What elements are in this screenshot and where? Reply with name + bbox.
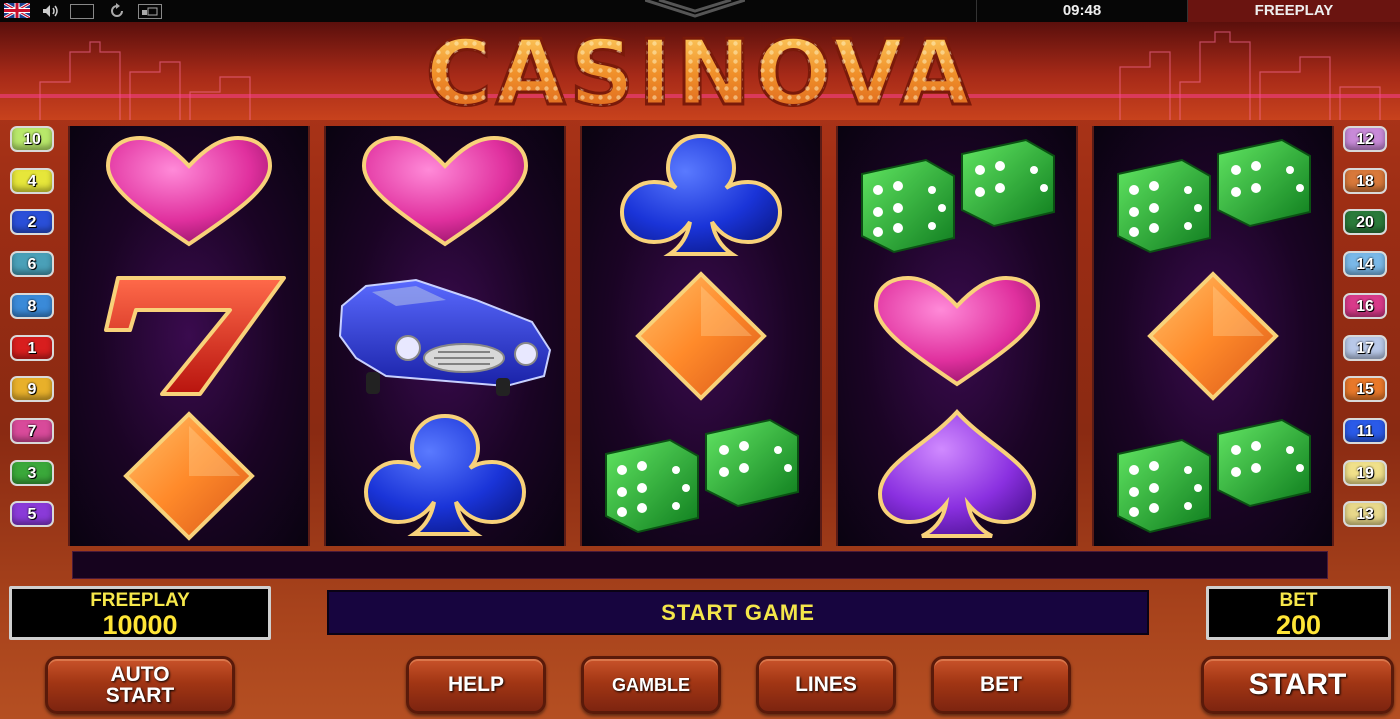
club-symbol-icon <box>582 126 820 266</box>
balance-label: FREEPLAY <box>90 590 190 611</box>
spade-symbol-icon <box>838 406 1076 546</box>
reel-1 <box>68 126 310 546</box>
diamond-symbol-icon <box>70 406 308 546</box>
bet-value: 200 <box>1275 610 1322 640</box>
start-label: START <box>1248 668 1347 701</box>
heart-symbol-icon <box>70 126 308 266</box>
dice-symbol-icon <box>582 406 820 546</box>
diamond-symbol-icon <box>1094 266 1332 406</box>
heart-symbol-icon <box>326 126 564 266</box>
game-screen: 09:48 FREEPLAY CASINOVA CASINOVA 10 4 2 … <box>0 0 1400 719</box>
payline-number-7: 7 <box>10 417 54 444</box>
dice-symbol-icon <box>1094 126 1332 266</box>
menu-chevron-icon[interactable] <box>645 0 745 18</box>
auto-start-button[interactable]: AUTO START <box>45 656 235 714</box>
mode-indicator: FREEPLAY <box>1188 0 1400 22</box>
gamble-label: GAMBLE <box>612 674 690 695</box>
balance-value: 10000 <box>102 610 178 640</box>
bet-label-btn: BET <box>980 673 1022 696</box>
auto-start-label-2: START <box>105 684 175 707</box>
payline-number-16: 16 <box>1343 292 1387 319</box>
heart-symbol-icon <box>838 266 1076 406</box>
payline-number-20: 20 <box>1343 209 1387 236</box>
payline-number-6: 6 <box>10 251 54 278</box>
header: CASINOVA CASINOVA <box>0 22 1400 120</box>
auto-start-label-1: AUTO <box>110 663 170 686</box>
clock: 09:48 <box>1062 2 1102 19</box>
start-button[interactable]: START <box>1201 656 1394 714</box>
bet-display: BET 200 <box>1206 586 1391 640</box>
payline-number-1: 1 <box>10 334 54 361</box>
message-bar: START GAME <box>327 590 1149 635</box>
payline-number-11: 11 <box>1343 417 1387 444</box>
reels-area[interactable] <box>68 126 1334 546</box>
payline-number-19: 19 <box>1343 459 1387 486</box>
payline-number-4: 4 <box>10 167 54 194</box>
payline-number-5: 5 <box>10 501 54 528</box>
reel-5 <box>1092 126 1334 546</box>
language-flag-icon[interactable] <box>4 3 30 18</box>
svg-text:CASINOVA: CASINOVA <box>426 30 975 116</box>
bet-label: BET <box>1279 590 1318 611</box>
payline-number-2: 2 <box>10 209 54 236</box>
fullscreen-icon[interactable] <box>70 4 94 19</box>
payline-number-14: 14 <box>1343 251 1387 278</box>
payline-number-8: 8 <box>10 292 54 319</box>
help-button[interactable]: HELP <box>406 656 546 714</box>
casinova-logo: CASINOVA CASINOVA <box>424 30 975 116</box>
payline-number-17: 17 <box>1343 334 1387 361</box>
payline-number-3: 3 <box>10 459 54 486</box>
payline-number-12: 12 <box>1343 126 1387 152</box>
reload-icon[interactable] <box>104 3 130 19</box>
payline-number-13: 13 <box>1343 501 1387 528</box>
reel-4 <box>836 126 1078 546</box>
payline-number-10: 10 <box>10 126 54 152</box>
diamond-symbol-icon <box>582 266 820 406</box>
top-bar: 09:48 FREEPLAY <box>0 0 1400 22</box>
reel-3 <box>580 126 822 546</box>
balance-display: FREEPLAY 10000 <box>9 586 271 640</box>
bet-button[interactable]: BET <box>931 656 1071 714</box>
lines-label: LINES <box>795 673 857 696</box>
gamble-button[interactable]: GAMBLE <box>581 656 721 714</box>
win-line-bar <box>72 551 1328 579</box>
payline-number-15: 15 <box>1343 376 1387 403</box>
help-label: HELP <box>447 673 504 696</box>
dice-symbol-icon <box>1094 406 1332 546</box>
sound-icon[interactable] <box>38 3 64 19</box>
window-icon[interactable] <box>138 4 162 19</box>
clock-box: 09:48 <box>976 0 1188 22</box>
payline-number-18: 18 <box>1343 167 1387 194</box>
lines-button[interactable]: LINES <box>756 656 896 714</box>
payline-number-9: 9 <box>10 376 54 403</box>
dice-symbol-icon <box>838 126 1076 266</box>
car-symbol-icon <box>326 266 564 406</box>
seven-symbol-icon <box>70 266 308 406</box>
reel-2 <box>324 126 566 546</box>
club-symbol-icon <box>326 406 564 546</box>
